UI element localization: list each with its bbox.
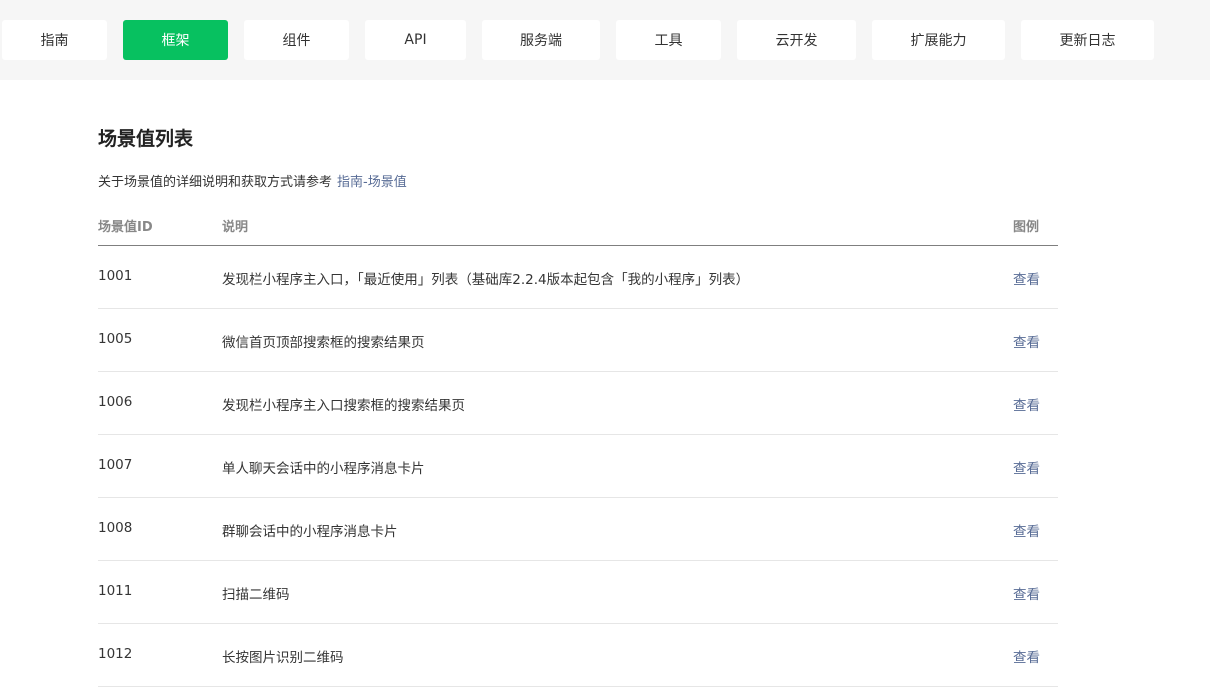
header-scene-id: 场景值ID — [98, 220, 153, 235]
view-example-link[interactable]: 查看 — [1013, 646, 1040, 666]
cell-description: 长按图片识别二维码 — [222, 650, 344, 666]
table-row: 1006 发现栏小程序主入口搜索框的搜索结果页 查看 — [98, 372, 1058, 435]
tab-changelog[interactable]: 更新日志 — [1021, 20, 1154, 60]
tab-guide[interactable]: 指南 — [2, 20, 107, 60]
cell-description: 单人聊天会话中的小程序消息卡片 — [222, 461, 425, 477]
table-row: 1007 单人聊天会话中的小程序消息卡片 查看 — [98, 435, 1058, 498]
view-example-link[interactable]: 查看 — [1013, 331, 1040, 351]
header-example: 图例 — [1013, 220, 1040, 235]
tab-components[interactable]: 组件 — [244, 20, 349, 60]
cell-scene-id: 1012 — [98, 646, 133, 662]
cell-description: 群聊会话中的小程序消息卡片 — [222, 524, 398, 540]
page-title: 场景值列表 — [98, 128, 194, 150]
cell-scene-id: 1007 — [98, 457, 133, 473]
view-example-link[interactable]: 查看 — [1013, 394, 1040, 414]
cell-scene-id: 1011 — [98, 583, 133, 599]
view-example-link[interactable]: 查看 — [1013, 583, 1040, 603]
tab-framework[interactable]: 框架 — [123, 20, 228, 60]
tab-cloud-dev[interactable]: 云开发 — [737, 20, 856, 60]
view-example-link[interactable]: 查看 — [1013, 268, 1040, 288]
cell-scene-id: 1008 — [98, 520, 133, 536]
table-header: 场景值ID 说明 图例 — [98, 203, 1058, 246]
cell-description: 微信首页顶部搜索框的搜索结果页 — [222, 335, 425, 351]
tab-extensions[interactable]: 扩展能力 — [872, 20, 1005, 60]
table-row: 1001 发现栏小程序主入口，「最近使用」列表（基础库2.2.4版本起包含「我的… — [98, 246, 1058, 309]
top-nav: 指南 框架 组件 API 服务端 工具 云开发 扩展能力 更新日志 — [0, 0, 1210, 80]
table-row: 1008 群聊会话中的小程序消息卡片 查看 — [98, 498, 1058, 561]
cell-scene-id: 1001 — [98, 268, 133, 284]
tab-server[interactable]: 服务端 — [482, 20, 600, 60]
scene-value-table: 场景值ID 说明 图例 1001 发现栏小程序主入口，「最近使用」列表（基础库2… — [98, 203, 1058, 687]
view-example-link[interactable]: 查看 — [1013, 520, 1040, 540]
table-row: 1011 扫描二维码 查看 — [98, 561, 1058, 624]
tab-tools[interactable]: 工具 — [616, 20, 721, 60]
cell-scene-id: 1005 — [98, 331, 133, 347]
cell-description: 发现栏小程序主入口搜索框的搜索结果页 — [222, 398, 465, 414]
cell-description: 扫描二维码 — [222, 587, 290, 603]
guide-scene-link[interactable]: 指南-场景值 — [337, 175, 407, 190]
header-description: 说明 — [222, 220, 249, 235]
table-row: 1012 长按图片识别二维码 查看 — [98, 624, 1058, 687]
cell-scene-id: 1006 — [98, 394, 133, 410]
view-example-link[interactable]: 查看 — [1013, 457, 1040, 477]
intro-paragraph: 关于场景值的详细说明和获取方式请参考 指南-场景值 — [98, 171, 407, 190]
cell-description: 发现栏小程序主入口，「最近使用」列表（基础库2.2.4版本起包含「我的小程序」列… — [222, 272, 750, 288]
intro-text: 关于场景值的详细说明和获取方式请参考 — [98, 175, 333, 190]
table-row: 1005 微信首页顶部搜索框的搜索结果页 查看 — [98, 309, 1058, 372]
tab-api[interactable]: API — [365, 20, 466, 60]
